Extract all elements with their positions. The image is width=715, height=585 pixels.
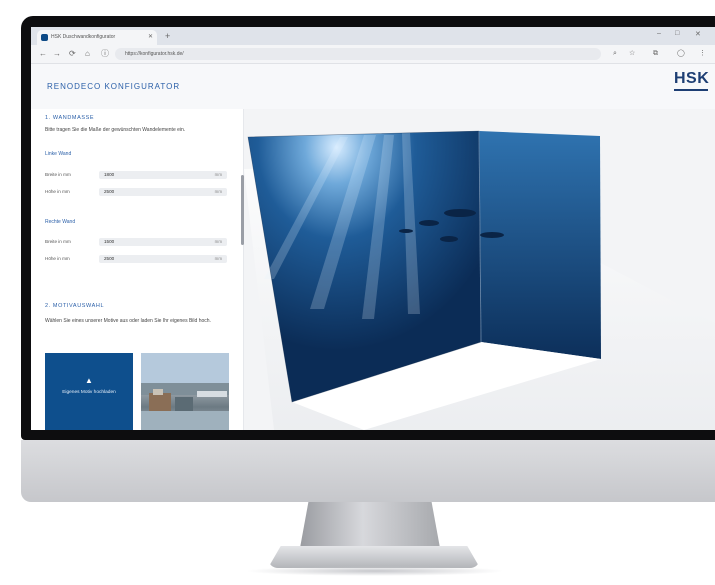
right-wall-height-input[interactable]: 2500 mm — [99, 255, 227, 263]
browser-toolbar: ← → ⟳ ⌂ ⓘ https://konfigurator.hsk.de/ ⌕… — [31, 45, 715, 64]
section-title-dimensions: 1. WANDMASSE — [45, 115, 95, 121]
field-unit: mm — [214, 189, 222, 194]
upload-label: Eigenes Motiv hochladen — [62, 390, 116, 395]
group-label-left-wall: Linke Wand — [45, 151, 72, 157]
hsk-logo[interactable]: HSK — [674, 70, 709, 88]
new-tab-button[interactable]: + — [165, 30, 170, 42]
tab-close-icon[interactable]: ✕ — [148, 30, 153, 45]
browser-tab-bar: HSK Duschwandkonfigurator ✕ + – □ ✕ — [31, 27, 715, 45]
field-unit: mm — [214, 256, 222, 261]
star-icon[interactable]: ☆ — [629, 48, 635, 60]
field-value: 2500 — [104, 256, 115, 261]
menu-icon[interactable]: ⋮ — [699, 48, 706, 60]
maximize-button[interactable]: □ — [675, 30, 679, 37]
zoom-icon[interactable]: ⌕ — [613, 48, 617, 60]
extensions-icon[interactable]: ⧉ — [653, 48, 658, 60]
harbor-image — [141, 353, 229, 430]
field-label-width: Breite in mm — [45, 172, 71, 177]
address-bar[interactable]: https://konfigurator.hsk.de/ — [115, 48, 601, 60]
group-label-right-wall: Rechte Wand — [45, 219, 76, 225]
url-text: https://konfigurator.hsk.de/ — [125, 51, 184, 57]
field-value: 1800 — [104, 172, 115, 177]
motif-thumbnail-harbor[interactable] — [141, 353, 229, 430]
3d-preview-viewer[interactable] — [244, 109, 715, 430]
field-label-height: Höhe in mm — [45, 189, 70, 194]
field-value: 1500 — [104, 239, 115, 244]
field-label-width: Breite in mm — [45, 239, 71, 244]
browser-tab[interactable]: HSK Duschwandkonfigurator ✕ — [37, 30, 157, 45]
upload-icon: ▲ — [85, 376, 93, 385]
logo-underline — [674, 89, 708, 91]
favicon-icon — [41, 34, 48, 41]
monitor-base — [268, 546, 480, 568]
field-label-height: Höhe in mm — [45, 256, 70, 261]
forward-icon[interactable]: → — [53, 48, 61, 60]
site-info-icon[interactable]: ⓘ — [101, 48, 109, 60]
minimize-button[interactable]: – — [657, 30, 661, 37]
home-icon[interactable]: ⌂ — [85, 48, 90, 60]
monitor-stand — [300, 502, 440, 548]
close-window-button[interactable]: ✕ — [695, 30, 701, 38]
screen: HSK Duschwandkonfigurator ✕ + – □ ✕ ← → … — [31, 27, 715, 430]
section-description-dimensions: Bitte tragen Sie die Maße der gewünschte… — [45, 127, 186, 133]
upload-motif-tile[interactable]: ▲ Eigenes Motiv hochladen — [45, 353, 133, 430]
right-wall-width-input[interactable]: 1500 mm — [99, 238, 227, 246]
profile-icon[interactable]: ◯ — [677, 48, 685, 60]
tab-title: HSK Duschwandkonfigurator — [51, 34, 116, 40]
field-value: 2500 — [104, 189, 115, 194]
base-shadow — [245, 566, 505, 576]
section-title-motif: 2. MOTIVAUSWAHL — [45, 303, 105, 309]
left-wall-height-input[interactable]: 2500 mm — [99, 188, 227, 196]
section-description-motif: Wählen Sie eines unserer Motive aus oder… — [45, 318, 211, 324]
page-title: RENODECO KONFIGURATOR — [47, 82, 181, 91]
left-wall-width-input[interactable]: 1800 mm — [99, 171, 227, 179]
back-icon[interactable]: ← — [39, 48, 47, 60]
field-unit: mm — [214, 239, 222, 244]
reload-icon[interactable]: ⟳ — [69, 48, 76, 60]
shower-wall-render — [244, 130, 715, 430]
monitor-chin — [21, 440, 715, 502]
field-unit: mm — [214, 172, 222, 177]
